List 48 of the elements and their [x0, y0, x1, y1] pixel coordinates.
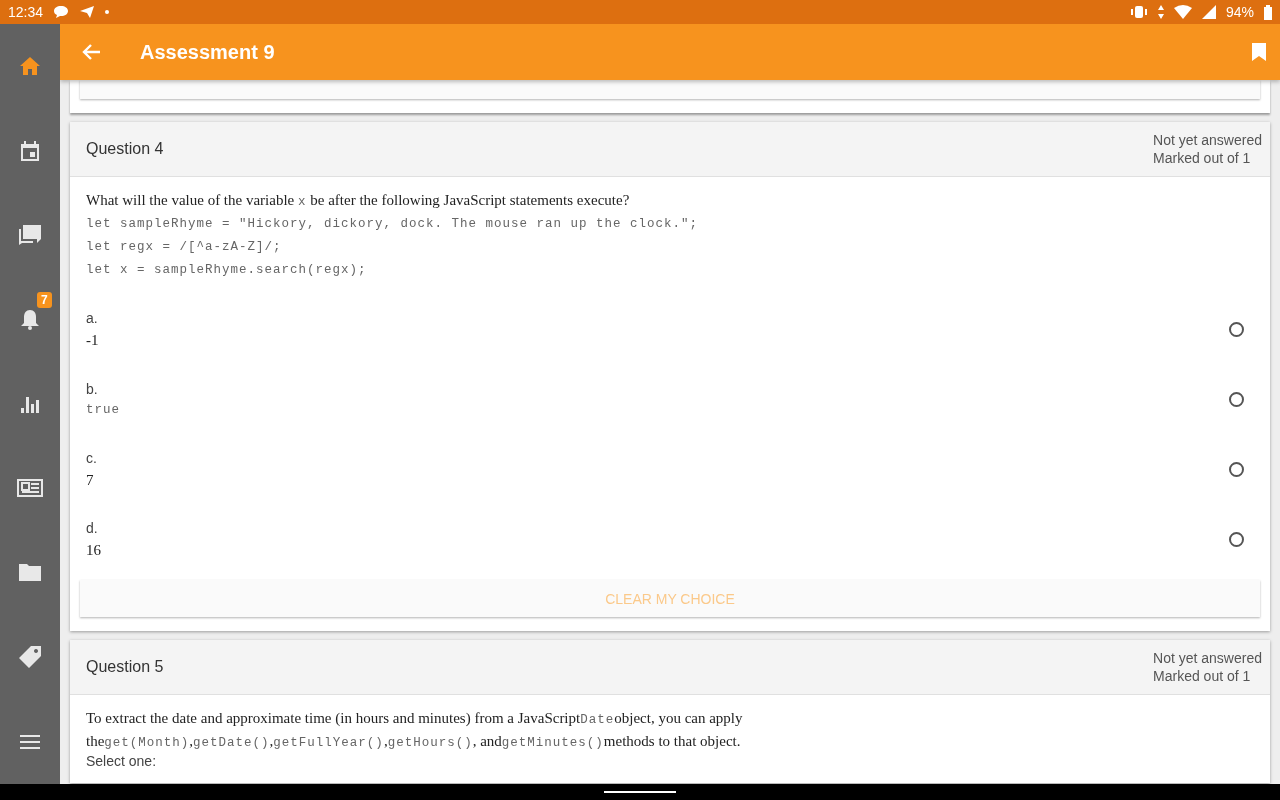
option-letter: c.	[86, 449, 97, 466]
battery-icon	[1264, 4, 1272, 20]
status-time: 12:34	[8, 4, 44, 20]
calendar-icon	[21, 140, 39, 161]
sidebar-item[interactable]: 7	[0, 277, 60, 362]
option-letter: a.	[86, 309, 98, 326]
signal-icon	[1201, 5, 1216, 19]
notification-badge: 7	[37, 291, 52, 308]
paper-plane-icon	[79, 5, 96, 19]
bar-chart-icon	[21, 394, 39, 413]
radio-button[interactable]	[1229, 391, 1244, 407]
option-text: true	[86, 403, 120, 417]
option-letter: b.	[86, 381, 98, 397]
option-text: 7	[86, 471, 94, 489]
question-number: Question 5	[86, 658, 164, 676]
newspaper-icon	[17, 479, 43, 498]
select-instruction: Select one:	[86, 753, 157, 769]
chat-icon	[19, 225, 41, 246]
folder-icon	[19, 564, 41, 582]
code-line: let regx = /[^a-zA-Z]/;	[86, 239, 282, 256]
option-text: 16	[86, 541, 101, 559]
clear-choice-button[interactable]: CLEAR MY CHOICE	[80, 580, 1260, 617]
wifi-icon	[1173, 5, 1192, 19]
radio-button[interactable]	[1229, 531, 1244, 547]
tag-icon	[19, 646, 41, 669]
code-line: let sampleRhyme = "Hickory, dickory, dock. The mouse ran up the clock.";	[86, 216, 699, 233]
page-title: Assessment 9	[140, 40, 276, 64]
marks-info: Marked out of 1	[1153, 667, 1252, 685]
home-icon	[20, 57, 40, 76]
radio-button[interactable]	[1229, 461, 1244, 477]
marks-info: Marked out of 1	[1153, 149, 1252, 167]
radio-button[interactable]	[1229, 321, 1244, 337]
question-text: What will the value of the variable x be after the following JavaScript statements execute?	[86, 191, 631, 211]
option-text: -1	[86, 331, 99, 349]
question-number: Question 4	[86, 140, 164, 158]
dot-icon	[105, 10, 110, 14]
vibrate-icon	[1129, 5, 1148, 19]
bell-icon	[21, 309, 39, 331]
code-line: let x = sampleRhyme.search(regx);	[86, 262, 367, 279]
menu-icon	[20, 734, 40, 749]
battery-percent: 94%	[1225, 4, 1254, 20]
data-arrows-icon	[1157, 5, 1164, 19]
answer-status: Not yet answered	[1153, 131, 1262, 149]
bookmark-icon	[1252, 43, 1266, 61]
chat-bubble-icon	[53, 5, 70, 19]
option-letter: d.	[86, 519, 98, 536]
answer-status: Not yet answered	[1153, 649, 1262, 667]
back-arrow-icon	[82, 44, 100, 60]
